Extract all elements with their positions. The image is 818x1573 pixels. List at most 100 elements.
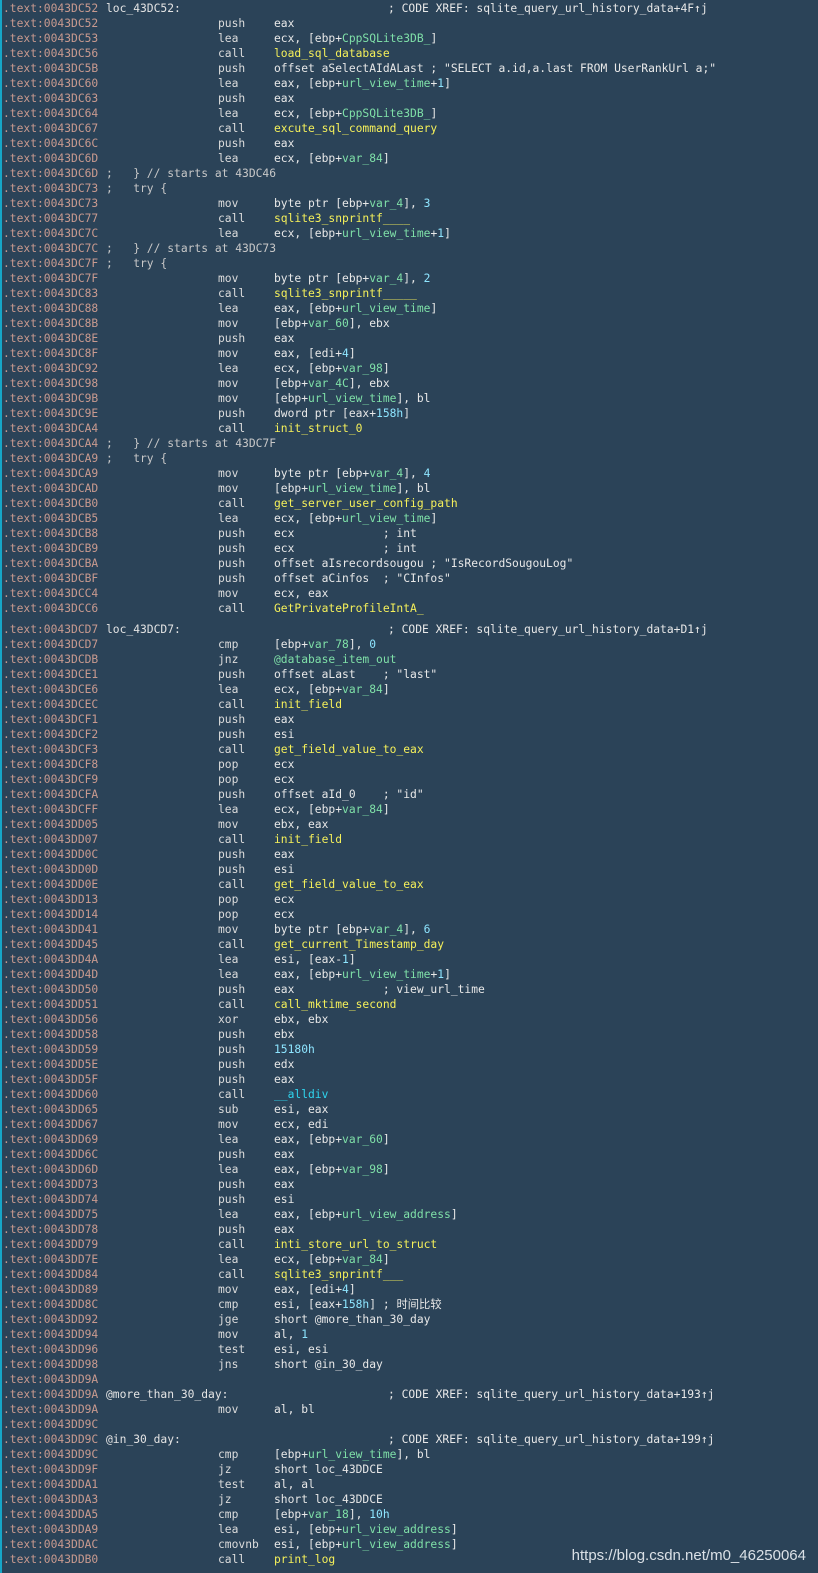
code-line[interactable]: .text:0043DCA4 ; } // starts at 43DC7F [3, 436, 818, 451]
code-label[interactable]: @in_30_day: [106, 1432, 181, 1447]
variable-ref[interactable]: var_78 [308, 638, 349, 651]
code-line[interactable]: .text:0043DD6C push eax [3, 1147, 818, 1162]
operands[interactable]: [ebp+url_view_time], bl [274, 481, 430, 496]
code-line[interactable]: .text:0043DDA9 lea esi, [ebp+url_view_addr… [3, 1522, 818, 1537]
code-line[interactable]: .text:0043DD13 pop ecx [3, 892, 818, 907]
function-ref[interactable]: get_field_value_to_eax [274, 743, 424, 756]
operands[interactable]: print_log [274, 1552, 335, 1567]
code-line[interactable]: .text:0043DC9B mov [ebp+url_view_time], bl [3, 391, 818, 406]
operands[interactable]: inti_store_url_to_struct [274, 1237, 437, 1252]
operands[interactable]: ecx ; int [274, 526, 417, 541]
operands[interactable]: offset aIsrecordsougou ; "IsRecordSougou… [274, 556, 573, 571]
code-line[interactable]: .text:0043DC7C ; } // starts at 43DC73 [3, 241, 818, 256]
operands[interactable]: eax, [ebp+var_98] [274, 1162, 390, 1177]
operands[interactable]: get_current_Timestamp_day [274, 937, 444, 952]
operands[interactable]: [ebp+var_18], 10h [274, 1507, 390, 1522]
code-line[interactable]: .text:0043DDA3 jz short loc_43DDCE [3, 1492, 818, 1507]
operands[interactable]: eax [274, 331, 294, 346]
variable-ref[interactable]: var_60 [342, 1133, 383, 1146]
code-line[interactable]: .text:0043DD9F jz short loc_43DDCE [3, 1462, 818, 1477]
code-line[interactable]: .text:0043DCF2 push esi [3, 727, 818, 742]
variable-ref[interactable]: var_18 [308, 1508, 349, 1521]
code-line[interactable]: .text:0043DCE6 lea ecx, [ebp+var_84] [3, 682, 818, 697]
operands[interactable]: esi, esi [274, 1342, 328, 1357]
variable-ref[interactable]: CppSQLite3DB_ [342, 107, 430, 120]
code-line[interactable]: .text:0043DD9A mov al, bl [3, 1402, 818, 1417]
code-line[interactable]: .text:0043DD9A @more_than_30_day: ; CODE X… [3, 1387, 818, 1402]
code-line[interactable]: .text:0043DCB9 push ecx ; int [3, 541, 818, 556]
code-line[interactable]: .text:0043DC88 lea eax, [ebp+url_view_time… [3, 301, 818, 316]
operands[interactable]: al, 1 [274, 1327, 308, 1342]
operands[interactable]: short loc_43DDCE [274, 1492, 383, 1507]
function-ref[interactable]: print_log [274, 1553, 335, 1566]
variable-ref[interactable]: var_4C [308, 377, 349, 390]
function-ref[interactable]: get_field_value_to_eax [274, 878, 424, 891]
code-line[interactable]: .text:0043DD41 mov byte ptr [ebp+var_4], 6 [3, 922, 818, 937]
disassembly-listing[interactable]: .text:0043DC52 loc_43DC52: ; CODE XREF: sq… [3, 1, 818, 1567]
operands[interactable]: eax [274, 91, 294, 106]
operands[interactable]: dword ptr [eax+158h] [274, 406, 410, 421]
code-line[interactable]: .text:0043DC7C lea ecx, [ebp+url_view_time… [3, 226, 818, 241]
operands[interactable]: eax [274, 136, 294, 151]
code-line[interactable]: .text:0043DD6D lea eax, [ebp+var_98] [3, 1162, 818, 1177]
code-line[interactable]: .text:0043DC5B push offset aSelectAIdALast… [3, 61, 818, 76]
operands[interactable]: ecx, [ebp+url_view_time+1] [274, 226, 451, 241]
function-ref[interactable]: inti_store_url_to_struct [274, 1238, 437, 1251]
operands[interactable]: al, bl [274, 1402, 315, 1417]
variable-ref[interactable]: url_view_address [342, 1538, 451, 1551]
variable-ref[interactable]: url_view_time [342, 512, 430, 525]
code-line[interactable]: .text:0043DCD7 loc_43DCD7: ; CODE XREF: sq… [3, 622, 818, 637]
number-literal[interactable]: 0 [369, 638, 376, 651]
code-line[interactable]: .text:0043DD7E lea ecx, [ebp+var_84] [3, 1252, 818, 1267]
code-line[interactable]: .text:0043DD9C @in_30_day: ; CODE XREF: sq… [3, 1432, 818, 1447]
operands[interactable]: ecx, edi [274, 1117, 328, 1132]
function-ref[interactable]: GetPrivateProfileIntA_ [274, 602, 424, 615]
operands[interactable]: esi [274, 1192, 294, 1207]
code-line[interactable]: .text:0043DD5E push edx [3, 1057, 818, 1072]
code-line[interactable]: .text:0043DCD7 cmp [ebp+var_78], 0 [3, 637, 818, 652]
operands[interactable]: ecx, [ebp+url_view_time] [274, 511, 437, 526]
operands[interactable]: ecx, [ebp+var_84] [274, 151, 390, 166]
operands[interactable]: short @more_than_30_day [274, 1312, 430, 1327]
code-line[interactable]: .text:0043DC56 call load_sql_database [3, 46, 818, 61]
code-line[interactable]: .text:0043DC8B mov [ebp+var_60], ebx [3, 316, 818, 331]
code-line[interactable]: .text:0043DCF3 call get_field_value_to_eax [3, 742, 818, 757]
code-line[interactable]: .text:0043DCC6 call GetPrivateProfileIntA_ [3, 601, 818, 616]
number-literal[interactable]: 2 [424, 272, 431, 285]
function-ref[interactable]: sqlite3_snprintf____ [274, 212, 410, 225]
operands[interactable]: eax [274, 1177, 294, 1192]
code-line[interactable]: .text:0043DD96 test esi, esi [3, 1342, 818, 1357]
code-line[interactable]: .text:0043DCF9 pop ecx [3, 772, 818, 787]
operands[interactable]: ecx, [ebp+var_84] [274, 682, 390, 697]
operands[interactable]: init_field [274, 697, 342, 712]
operands[interactable]: [ebp+var_60], ebx [274, 316, 390, 331]
operands[interactable]: __alldiv [274, 1087, 328, 1102]
code-line[interactable]: .text:0043DD60 call __alldiv [3, 1087, 818, 1102]
number-literal[interactable]: 1 [342, 953, 349, 966]
code-line[interactable]: .text:0043DD8C cmp esi, [eax+158h] ; 时间比较 [3, 1297, 818, 1312]
operands[interactable]: ecx, [ebp+var_98] [274, 361, 390, 376]
operands[interactable]: eax [274, 16, 294, 31]
operands[interactable]: eax, [ebp+url_view_time] [274, 301, 437, 316]
variable-ref[interactable]: var_84 [342, 152, 383, 165]
code-line[interactable]: .text:0043DC92 lea ecx, [ebp+var_98] [3, 361, 818, 376]
variable-ref[interactable]: var_4 [369, 197, 403, 210]
variable-ref[interactable]: url_view_address [342, 1523, 451, 1536]
operands[interactable]: init_struct_0 [274, 421, 362, 436]
operands[interactable]: short loc_43DDCE [274, 1462, 383, 1477]
variable-ref[interactable]: var_98 [342, 362, 383, 375]
operands[interactable]: ecx, [ebp+var_84] [274, 1252, 390, 1267]
operands[interactable]: eax [274, 1072, 294, 1087]
code-line[interactable]: .text:0043DD75 lea eax, [ebp+url_view_addr… [3, 1207, 818, 1222]
code-line[interactable]: .text:0043DC6C push eax [3, 136, 818, 151]
code-line[interactable]: .text:0043DC67 call excute_sql_command_que… [3, 121, 818, 136]
variable-ref[interactable]: var_98 [342, 1163, 383, 1176]
operands[interactable]: eax ; view_url_time [274, 982, 485, 997]
code-line[interactable]: .text:0043DD59 push 15180h [3, 1042, 818, 1057]
variable-ref[interactable]: CppSQLite3DB_ [342, 32, 430, 45]
operands[interactable]: get_field_value_to_eax [274, 877, 424, 892]
number-literal[interactable]: 1 [301, 1328, 308, 1341]
operands[interactable]: ecx, eax [274, 586, 328, 601]
operands[interactable]: short @in_30_day [274, 1357, 383, 1372]
library-func-ref[interactable]: __alldiv [274, 1088, 328, 1101]
